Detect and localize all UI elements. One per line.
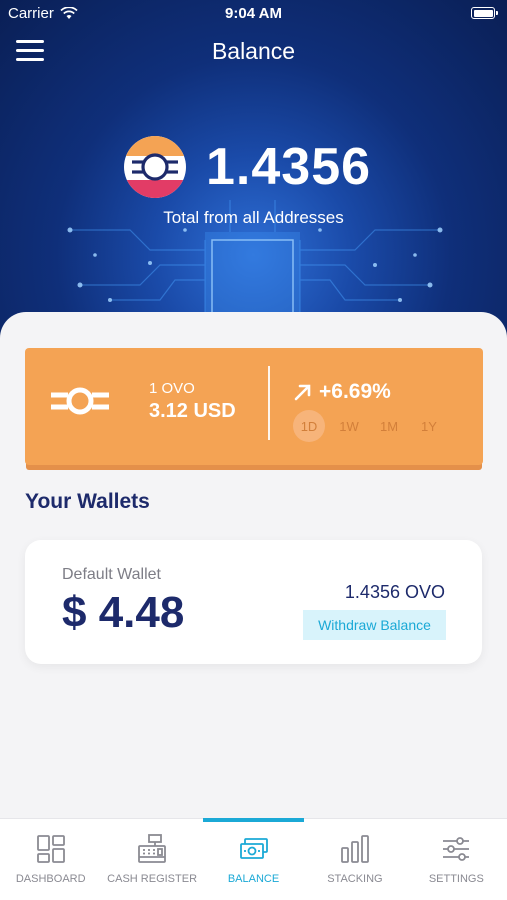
price-pair-label: 1 OVO <box>149 380 195 397</box>
settings-icon <box>443 837 470 861</box>
hero-banner: Carrier 9:04 AM Balance 1.4356 Total fro… <box>0 0 507 340</box>
wallet-card[interactable]: Default Wallet $ 4.48 1.4356 OVO Withdra… <box>25 540 482 664</box>
tab-label: STACKING <box>327 873 383 885</box>
period-selector: 1D 1W 1M 1Y <box>293 410 445 442</box>
withdraw-balance-button[interactable]: Withdraw Balance <box>303 610 446 640</box>
status-bar: Carrier 9:04 AM <box>0 0 507 28</box>
price-card: 1 OVO 3.12 USD +6.69% 1D 1W 1M 1Y <box>25 348 483 465</box>
tab-cash-register[interactable]: CASH REGISTER <box>101 819 202 900</box>
period-1d[interactable]: 1D <box>293 410 325 442</box>
wallets-section-title: Your Wallets <box>25 490 150 513</box>
stacking-icon <box>341 835 369 863</box>
tab-label: SETTINGS <box>428 873 484 885</box>
wallet-ovo-balance: 1.4356 OVO <box>344 582 445 602</box>
wallet-usd-balance: $ 4.48 <box>62 588 185 637</box>
tab-settings[interactable]: SETTINGS <box>406 819 507 900</box>
period-1y[interactable]: 1Y <box>413 410 445 442</box>
status-time: 9:04 AM <box>225 5 282 22</box>
ovo-coin-icon <box>51 387 109 415</box>
bottom-tab-bar: DASHBOARD CASH REGISTER BALANCE STACKING… <box>0 818 507 900</box>
battery-icon <box>471 7 498 19</box>
total-balance-caption: Total from all Addresses <box>163 208 344 227</box>
price-change-value: +6.69% <box>319 380 391 403</box>
tab-label: BALANCE <box>227 873 280 885</box>
tab-balance[interactable]: BALANCE <box>202 818 305 900</box>
tab-stacking[interactable]: STACKING <box>304 819 405 900</box>
arrow-up-right-icon <box>294 384 311 401</box>
tab-label: CASH REGISTER <box>107 873 198 885</box>
price-usd-value: 3.12 USD <box>149 400 236 422</box>
tab-label: DASHBOARD <box>15 873 86 885</box>
period-1m[interactable]: 1M <box>373 410 405 442</box>
period-1w[interactable]: 1W <box>333 410 365 442</box>
page-title: Balance <box>211 38 296 64</box>
wallet-name: Default Wallet <box>62 566 161 583</box>
tab-dashboard[interactable]: DASHBOARD <box>0 819 101 900</box>
balance-icon <box>239 838 268 859</box>
ovo-coin-logo <box>124 136 186 198</box>
total-balance-amount: 1.4356 <box>206 138 372 196</box>
cash-register-icon <box>138 834 167 863</box>
total-balance: 1.4356 <box>124 136 371 198</box>
dashboard-icon <box>36 835 65 863</box>
price-divider <box>268 366 270 440</box>
price-change: +6.69% <box>293 380 391 404</box>
